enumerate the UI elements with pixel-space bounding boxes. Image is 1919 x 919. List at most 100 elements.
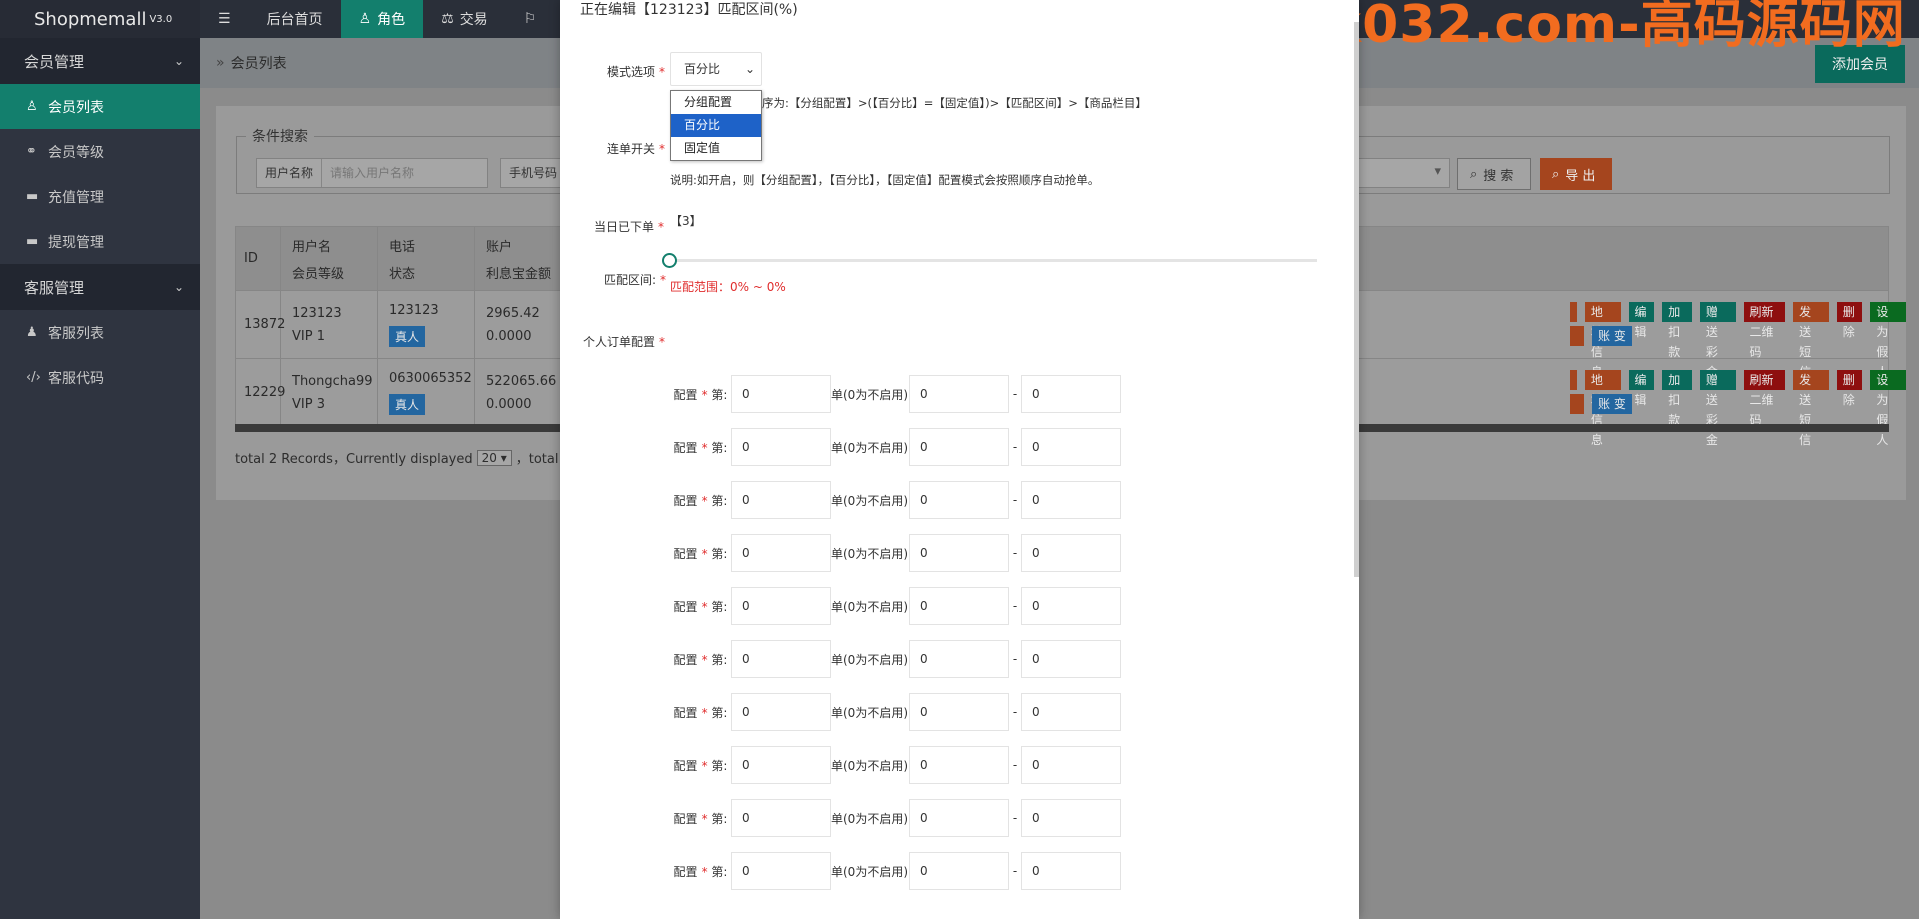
- tab-flag[interactable]: ⚐: [506, 0, 555, 38]
- menu-toggle[interactable]: ☰: [200, 0, 249, 38]
- mode-option-fixed[interactable]: 固定值: [671, 137, 761, 160]
- tab-label: 后台首页: [266, 12, 323, 28]
- order-index-input[interactable]: 0: [731, 693, 831, 731]
- sidebar-item-label: 客服代码: [48, 370, 104, 387]
- range-min-input[interactable]: 0: [909, 481, 1009, 519]
- sidebar-item-member-list[interactable]: ♙ 会员列表: [0, 84, 200, 129]
- sidebar-item-withdraw[interactable]: ▬ 提现管理: [0, 219, 200, 264]
- sidebar-item-recharge[interactable]: ▬ 充值管理: [0, 174, 200, 219]
- header-text: ID: [244, 251, 258, 266]
- account-change-button[interactable]: 账 变: [1592, 394, 1632, 414]
- order-index-input[interactable]: 0: [731, 481, 831, 519]
- range-min-input[interactable]: 0: [909, 852, 1009, 890]
- delete-button[interactable]: 删 除: [1836, 370, 1863, 407]
- sidebar-group-members[interactable]: 会员管理 ⌄: [0, 38, 200, 84]
- range-min-input[interactable]: 0: [909, 534, 1009, 572]
- range-max-input[interactable]: 0: [1021, 534, 1121, 572]
- set-fake-button[interactable]: 设为假人: [1870, 370, 1907, 447]
- range-min-input[interactable]: 0: [909, 428, 1009, 466]
- range-max-input[interactable]: 0: [1021, 375, 1121, 413]
- tab-label: 角色: [377, 12, 406, 28]
- phone-label: 手机号码: [501, 159, 567, 187]
- sidebar-item-label: 会员等级: [48, 144, 104, 161]
- range-min-input[interactable]: 0: [909, 587, 1009, 625]
- tab-role[interactable]: ♙ 角色: [340, 0, 424, 38]
- search-icon: ⌕: [1470, 166, 1478, 182]
- adjust-balance-button[interactable]: 加扣款: [1662, 302, 1692, 359]
- order-index-input[interactable]: 0: [731, 375, 831, 413]
- config-row: 配置 * 第: 0 单(0为不启用) 0-0: [670, 852, 1121, 890]
- range-min-input[interactable]: 0: [909, 693, 1009, 731]
- header-user: 用户名 会员等级: [281, 227, 378, 290]
- account-change-button[interactable]: 账 变: [1592, 326, 1632, 346]
- action-clipped[interactable]: [1570, 370, 1577, 390]
- refresh-qrcode-button[interactable]: 刷新二维码: [1743, 302, 1786, 359]
- export-button[interactable]: ⌕ 导 出: [1540, 158, 1612, 190]
- mode-option-group[interactable]: 分组配置: [671, 91, 761, 114]
- gift-bonus-button[interactable]: 赠送彩金: [1699, 302, 1736, 379]
- address-info-button[interactable]: 地址信息: [1584, 302, 1621, 379]
- username-input[interactable]: 请输入用户名称: [322, 159, 422, 187]
- page-size-select[interactable]: 20 ▾: [476, 449, 512, 466]
- range-min-input[interactable]: 0: [909, 746, 1009, 784]
- order-index-input[interactable]: 0: [731, 587, 831, 625]
- order-index-input[interactable]: 0: [731, 534, 831, 572]
- sidebar-item-member-level[interactable]: ⚭ 会员等级: [0, 129, 200, 174]
- mode-option-percent[interactable]: 百分比: [671, 114, 761, 137]
- range-slider-track[interactable]: [670, 259, 1317, 262]
- config-row: 配置 * 第: 0 单(0为不启用) 0-0: [670, 693, 1121, 731]
- address-info-button[interactable]: 地址信息: [1584, 370, 1621, 447]
- send-sms-button[interactable]: 发送短信: [1793, 370, 1829, 447]
- filter-select[interactable]: [1350, 158, 1450, 188]
- action-clipped[interactable]: [1570, 394, 1584, 414]
- range-slider-handle[interactable]: [662, 253, 677, 268]
- app-logo[interactable]: Shopmemall V3.0: [0, 0, 200, 38]
- range-max-input[interactable]: 0: [1021, 428, 1121, 466]
- sidebar-item-service-code[interactable]: ‹/› 客服代码: [0, 355, 200, 400]
- config-row: 配置 * 第: 0 单(0为不启用) 0-0: [670, 640, 1121, 678]
- delete-button[interactable]: 删 除: [1836, 302, 1863, 339]
- refresh-qrcode-button[interactable]: 刷新二维码: [1743, 370, 1786, 427]
- modal-scrollbar[interactable]: [1354, 22, 1359, 577]
- order-index-input[interactable]: 0: [731, 799, 831, 837]
- range-max-input[interactable]: 0: [1021, 481, 1121, 519]
- personal-config-label: 个人订单配置 *: [583, 333, 665, 350]
- chevron-down-icon: ⌄: [744, 62, 755, 76]
- edit-button[interactable]: 编 辑: [1628, 302, 1655, 339]
- range-max-input[interactable]: 0: [1021, 693, 1121, 731]
- order-index-input[interactable]: 0: [731, 640, 831, 678]
- chevron-down-icon: ⌄: [173, 280, 184, 294]
- order-index-input[interactable]: 0: [731, 746, 831, 784]
- order-index-input[interactable]: 0: [731, 852, 831, 890]
- tab-trade[interactable]: ⚖ 交易: [423, 0, 506, 38]
- adjust-balance-button[interactable]: 加扣款: [1662, 370, 1692, 427]
- label-text: 配置: [673, 387, 698, 402]
- range-max-input[interactable]: 0: [1021, 852, 1121, 890]
- edit-match-range-modal: 正在编辑【123123】匹配区间(%) 模式选项 * 百分比 ⌄ 分组配置 百分比…: [560, 0, 1359, 919]
- username-search[interactable]: 用户名称 请输入用户名称: [256, 158, 488, 188]
- action-clipped[interactable]: [1570, 302, 1577, 322]
- tab-home[interactable]: 后台首页: [249, 0, 341, 38]
- range-min-input[interactable]: 0: [909, 640, 1009, 678]
- range-max-input[interactable]: 0: [1021, 587, 1121, 625]
- config-row: 配置 * 第: 0 单(0为不启用) 0-0: [670, 534, 1121, 572]
- search-button[interactable]: ⌕ 搜 索: [1457, 158, 1531, 190]
- range-max-input[interactable]: 0: [1021, 746, 1121, 784]
- sidebar-group-service[interactable]: 客服管理 ⌄: [0, 264, 200, 310]
- send-sms-button[interactable]: 发送短信: [1793, 302, 1829, 379]
- range-min-input[interactable]: 0: [909, 799, 1009, 837]
- cell-phone: 0630065352 真人: [378, 359, 475, 426]
- order-index-input[interactable]: 0: [731, 428, 831, 466]
- mode-select[interactable]: 百分比 ⌄: [670, 52, 762, 86]
- range-max-input[interactable]: 0: [1021, 799, 1121, 837]
- set-fake-button[interactable]: 设为假人: [1870, 302, 1907, 379]
- range-max-input[interactable]: 0: [1021, 640, 1121, 678]
- sidebar-item-service-list[interactable]: ♟ 客服列表: [0, 310, 200, 355]
- edit-button[interactable]: 编 辑: [1628, 370, 1655, 407]
- code-icon: ‹/›: [26, 370, 41, 385]
- range-min-input[interactable]: 0: [909, 375, 1009, 413]
- action-clipped[interactable]: [1570, 326, 1584, 346]
- gift-bonus-button[interactable]: 赠送彩金: [1699, 370, 1736, 447]
- users-icon: ♟: [26, 325, 38, 340]
- app-name: Shopmemall: [34, 8, 147, 30]
